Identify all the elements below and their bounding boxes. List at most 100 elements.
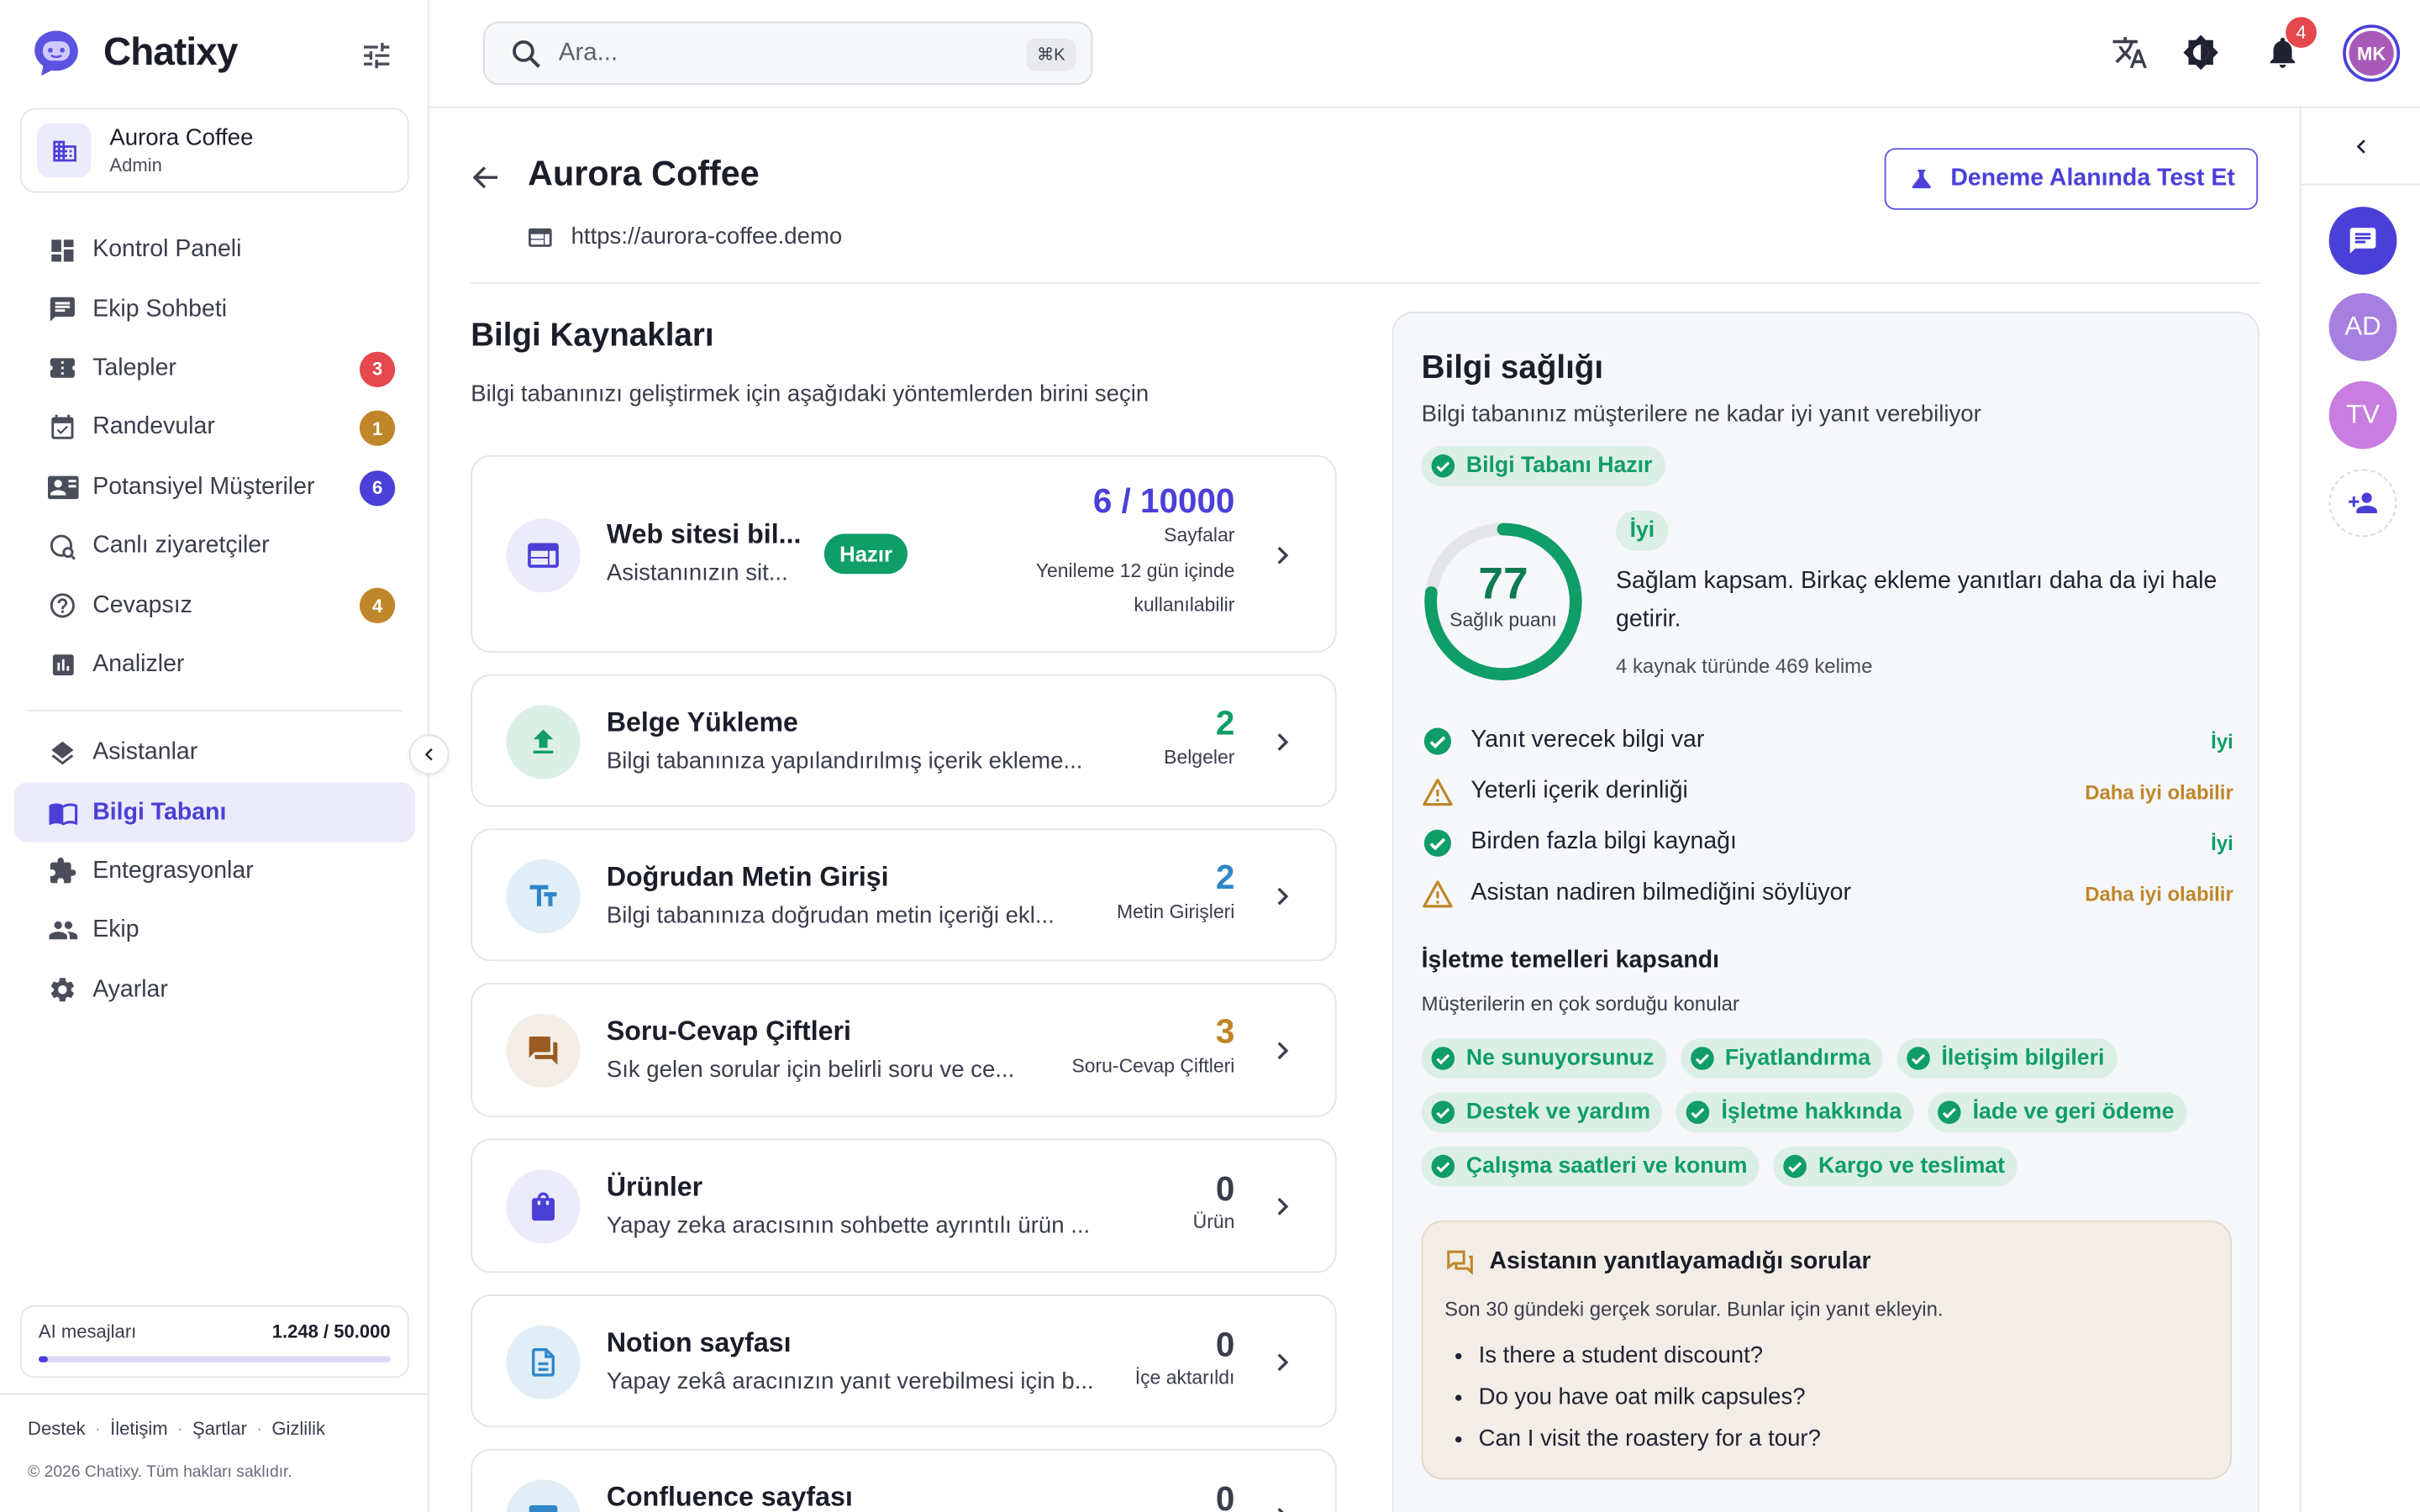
card-unit: Soru-Cevap Çiftleri [1071, 1055, 1235, 1078]
nav-item-integrations[interactable]: Entegrasyonlar [14, 842, 416, 901]
source-card-confluence[interactable]: Confluence sayfası 0 [471, 1448, 1337, 1512]
card-count: 0 [1215, 1479, 1235, 1512]
translate-icon[interactable] [2112, 34, 2149, 71]
back-arrow-icon[interactable] [469, 160, 502, 194]
nav-item-unanswered[interactable]: Cevapsız 4 [14, 576, 416, 636]
source-card-website[interactable]: Web sitesi bil... Asistanınızın sit... H… [471, 454, 1337, 653]
chevron-right-icon [1277, 1042, 1289, 1060]
sidebar-collapse-button[interactable] [408, 734, 450, 775]
check-status: Daha iyi olabilir [2085, 881, 2233, 906]
rail-avatar-tv[interactable]: TV [2328, 381, 2397, 449]
topic-chip: İletişim bilgileri [1897, 1038, 2118, 1079]
footer-link-terms[interactable]: Şartlar [192, 1418, 247, 1440]
test-in-sandbox-button[interactable]: Deneme Alanında Test Et [1884, 148, 2259, 210]
footer-divider [0, 1393, 429, 1395]
website-url-link[interactable]: https://aurora-coffee.demo [571, 223, 843, 249]
right-rail: AD TV [2299, 108, 2420, 1512]
nav-label: Analizler [92, 650, 185, 678]
team-icon [46, 915, 79, 948]
theme-toggle-icon[interactable] [2182, 34, 2219, 71]
nav-item-tickets[interactable]: Talepler 3 [14, 339, 416, 399]
card-description: Yapay zekâ aracınızın yanıt verebilmesi … [606, 1368, 1094, 1395]
nav-item-team[interactable]: Ekip [14, 901, 416, 961]
nav-label: Ekip [92, 916, 139, 943]
card-count: 6 / 10000 [1092, 481, 1235, 520]
topic-chip-row: Ne sunuyorsunuz Fiyatlandırma İletişim b… [1421, 1038, 2118, 1079]
app-name: Chatixy [103, 30, 238, 75]
topic-label: İşletme hakkında [1721, 1100, 1902, 1125]
org-switcher[interactable]: Aurora Coffee Admin [19, 108, 409, 193]
card-unit: Belgeler [1164, 746, 1235, 769]
source-card-document-upload[interactable]: Belge Yükleme Bilgi tabanınıza yapılandı… [471, 674, 1337, 807]
book-icon [46, 796, 79, 829]
topic-label: Kargo ve teslimat [1818, 1153, 2006, 1179]
card-description: Yapay zeka aracısının sohbette ayrıntılı… [606, 1212, 1091, 1239]
nav-item-analytics[interactable]: Analizler [14, 635, 416, 695]
nav-label: Asistanlar [92, 739, 198, 766]
footer-link-privacy[interactable]: Gizlilik [271, 1418, 325, 1440]
nav-item-knowledge-base[interactable]: Bilgi Tabanı [13, 782, 416, 843]
refresh-note: Yenileme 12 gün içinde [1035, 559, 1235, 582]
ai-usage-card: AI mesajları 1.248 / 50.000 [19, 1305, 409, 1378]
source-card-notion[interactable]: Notion sayfası Yapay zekâ aracınızın yan… [471, 1294, 1337, 1427]
nav-item-dashboard[interactable]: Kontrol Paneli [14, 221, 416, 281]
unanswered-subtitle: Son 30 gündeki gerçek sorular. Bunlar iç… [1444, 1297, 1944, 1321]
nav-item-live-visitors[interactable]: Canlı ziyaretçiler [14, 517, 416, 576]
nav-item-assistants[interactable]: Asistanlar [14, 723, 416, 783]
unanswered-questions-card: Asistanın yanıtlayamadığı sorular Son 30… [1421, 1220, 2232, 1480]
nav-divider [28, 709, 403, 711]
user-avatar[interactable]: MK [2343, 24, 2401, 82]
unanswered-question[interactable]: Is there a student discount? [1479, 1339, 1821, 1381]
topic-chip: Fiyatlandırma [1680, 1038, 1883, 1079]
unanswered-question[interactable]: Can I visit the roastery for a tour? [1479, 1422, 1821, 1464]
footer-link-contact[interactable]: İletişim [110, 1418, 168, 1440]
nav-item-leads[interactable]: Potansiyel Müşteriler 6 [14, 458, 416, 517]
org-name: Aurora Coffee [109, 124, 254, 151]
check-circle-icon [1907, 1047, 1930, 1070]
search-input[interactable] [558, 39, 1007, 67]
page-title: Aurora Coffee [528, 154, 760, 193]
separator-dot: · [94, 1417, 102, 1440]
footer-links: Destek · İletişim · Şartlar · Gizlilik [28, 1418, 325, 1440]
kb-ready-chip: Bilgi Tabanı Hazır [1421, 445, 1665, 486]
source-card-text-entry[interactable]: Doğrudan Metin Girişi Bilgi tabanınıza d… [471, 828, 1337, 962]
brand[interactable]: Chatixy [31, 28, 238, 79]
unanswered-count-badge: 4 [359, 588, 396, 624]
search-box[interactable]: ⌘K [482, 21, 1093, 86]
check-label: Yanıt verecek bilgi var [1470, 727, 1705, 753]
unanswered-question[interactable]: Do you have oat milk capsules? [1479, 1381, 1821, 1423]
chevron-right-icon [1277, 887, 1289, 906]
card-description: Bilgi tabanınıza doğrudan metin içeriği … [606, 902, 1055, 929]
search-icon [513, 39, 540, 67]
nav-label: Ekip Sohbeti [92, 295, 228, 323]
topic-chip: Çalışma saatleri ve konum [1421, 1146, 1760, 1187]
rail-collapse-button[interactable] [2301, 108, 2420, 186]
nav-item-settings[interactable]: Ayarlar [14, 960, 416, 1020]
main-nav: Kontrol Paneli Ekip Sohbeti Talepler 3 R… [14, 221, 416, 695]
health-score-value: 77 [1478, 559, 1528, 610]
card-count: 0 [1215, 1169, 1235, 1209]
chip-label: Bilgi Tabanı Hazır [1465, 454, 1653, 479]
topic-chip-row: Çalışma saatleri ve konum Kargo ve tesli… [1421, 1146, 2018, 1187]
rail-chat-button[interactable] [2328, 207, 2397, 275]
health-check-row: Asistan nadiren bilmediğini söylüyor Dah… [1422, 874, 2233, 911]
source-card-qa-pairs[interactable]: Soru-Cevap Çiftleri Sık gelen sorular iç… [471, 983, 1337, 1117]
chevron-right-icon [1277, 1353, 1289, 1372]
nav-item-team-chat[interactable]: Ekip Sohbeti [14, 280, 416, 339]
usage-value: 1.248 / 50.000 [271, 1320, 391, 1342]
unanswered-list: Is there a student discount? Do you have… [1479, 1339, 1821, 1464]
check-label: Yeterli içerik derinliği [1470, 777, 1688, 804]
check-label: Birden fazla bilgi kaynağı [1470, 828, 1737, 855]
tune-icon[interactable] [360, 39, 393, 72]
rail-add-member-button[interactable] [2328, 469, 2397, 538]
source-card-products[interactable]: Ürünler Yapay zeka aracısının sohbette a… [471, 1138, 1337, 1273]
health-meta: 4 kaynak türünde 469 kelime [1616, 654, 1873, 678]
nav-item-appointments[interactable]: Randevular 1 [14, 398, 416, 458]
topic-label: İletişim bilgileri [1941, 1046, 2105, 1071]
check-circle-icon [1431, 1154, 1455, 1179]
notification-count-badge: 4 [2286, 17, 2317, 48]
rail-avatar-ad[interactable]: AD [2328, 292, 2397, 361]
footer-link-support[interactable]: Destek [28, 1418, 86, 1440]
puzzle-icon [46, 855, 79, 888]
forum-icon [1447, 1250, 1473, 1276]
